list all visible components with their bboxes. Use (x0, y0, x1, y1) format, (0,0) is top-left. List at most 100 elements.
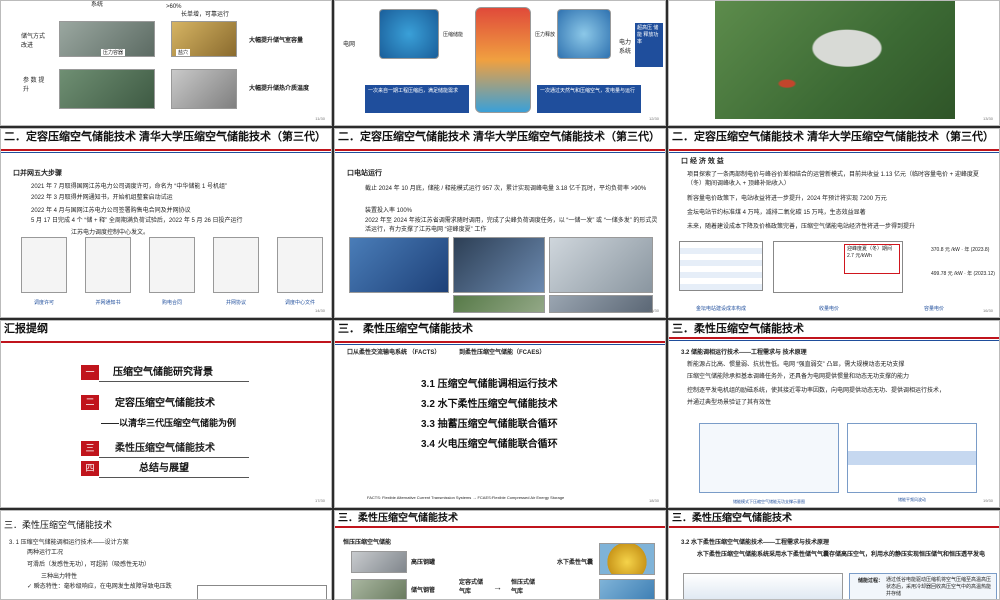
slide-1-photo-tank (171, 69, 237, 109)
slide-11-label-3: 定容式储气库 (459, 580, 484, 595)
slide-7-item-2-sub: ——以清华三代压缩空气储能为例 (101, 418, 237, 428)
slide-1-highlight-1: 大幅提升储气室容量 (249, 38, 304, 44)
slide-6-title-underline-blue (669, 152, 999, 153)
slide-4[interactable]: 二．定容压缩空气储能技术 清华大学压缩空气储能技术（第三代） 口并网五大步骤 2… (0, 128, 332, 318)
slide-1-label-param: 参 数 提升 (23, 78, 45, 93)
slide-4-line-1: 2021 年 7 月取得国网江苏电力公司调度许可，命名为 “中华储能 1 号机组… (31, 184, 228, 190)
slide-11[interactable]: 三．柔性压缩空气储能技术 恒压压缩空气储能 高压钢罐 储气钢管 定容式储气库 →… (334, 510, 666, 600)
slide-10[interactable]: 三．柔性压缩空气储能技术 3. 1 压缩空气储能调相运行技术——设计方案 两种运… (0, 510, 332, 600)
slide-2-cap-compression: 压缩储能 (443, 32, 464, 38)
slide-2-cap-release: 压力释放 (535, 32, 556, 38)
slide-4-cap-2: 并网通知书 (95, 300, 121, 306)
slide-5[interactable]: 二．定容压缩空气储能技术 清华大学压缩空气储能技术（第三代） 口电站运行 截止 … (334, 128, 666, 318)
slide-4-cap-4: 并网协议 (225, 300, 246, 306)
slide-9-line-2: 压缩空气储能除承担基本调峰任务外，还具备为电网提供惯量和动态无功支撑的能力 (687, 374, 910, 380)
slide-9-title-underline (669, 337, 999, 339)
slide-6-value-2: 499.78 元 /kW · 年 (2023.12) (931, 271, 995, 277)
slide-5-photo-news (349, 237, 449, 293)
slide-5-photo-hall (549, 237, 653, 293)
slide-2-label-power: 电力系统 (619, 40, 632, 55)
slide-1-highlight-2: 大幅提升储热介质温度 (249, 86, 310, 92)
slide-7[interactable]: 汇报提纲 一 压缩空气储能研究背景 二 定容压缩空气储能技术 ——以清华三代压缩… (0, 320, 332, 508)
slide-4-doc-5 (277, 237, 323, 293)
slide-8-sub-left: 口从柔性交流输电系统 （FACTS） (347, 350, 441, 356)
slide-11-photo-steel-pipe (351, 579, 407, 599)
slide-9-line-3: 控制逐平发电机组的励磁系统，使其接近零功率因数，向电网提供动态无功、提供调相运行… (687, 388, 946, 394)
slide-6-line-2: 新容量电价政策下，电站收益将进一步提升，2024 年预计将实现 7200 万元 (687, 196, 887, 202)
slide-9-title-underline-blue (669, 340, 999, 341)
slide-1-header-text: 系统 (91, 2, 104, 8)
slide-6-cap-2: 收量电价 (818, 306, 839, 312)
slide-11-arrow: → (493, 582, 502, 592)
slide-12-subheading: 3.2 水下柔性压缩空气储能技术——工程需求与技术原理 (681, 540, 830, 546)
slide-4-doc-2 (85, 237, 131, 293)
slide-6-cap-3: 容量电价 (923, 306, 944, 312)
slide-7-item-4-number: 四 (81, 461, 99, 476)
slide-7-title-underline (1, 341, 331, 343)
slide-12[interactable]: 三．柔性压缩空气储能技术 3.2 水下柔性压缩空气储能技术——工程需求与技术原理… (668, 510, 1000, 600)
slide-9-cap-2: 储能平频风波动 (898, 497, 926, 502)
slide-10-line-2: 可滑后（发感性无功），可超前（吸感性无功） (27, 562, 151, 568)
slide-7-title: 汇报提纲 (4, 323, 48, 335)
slide-5-subheading: 口电站运行 (347, 170, 382, 177)
slide-6-value-1: 370.8 元 /kW · 年 (2023.8) (931, 247, 990, 253)
slide-2[interactable]: 电网 压缩储能 压力释放 电力系统 超高压 储能 释放功率 一次来自一期工程压缩… (334, 0, 666, 126)
slide-8[interactable]: 三． 柔性压缩空气储能技术 口从柔性交流输电系统 （FACTS） 到柔性压缩空气… (334, 320, 666, 508)
slide-12-title: 三．柔性压缩空气储能技术 (672, 513, 792, 524)
slide-4-line-4: 5 月 17 日完成 4 个 “储 + 释” 全周期满负荷试验后，2022 年 … (31, 218, 243, 224)
slide-8-sub-right: 到柔性压缩空气储能（FCAES） (459, 350, 546, 356)
slide-8-page-number: 18/30 (648, 498, 659, 503)
slide-11-photo-bladder (599, 543, 655, 575)
slide-11-label-4: 恒压式储气库 (511, 580, 536, 595)
slide-9-cap-1: 储能模式下压缩空气储能无功支撑示意图 (733, 499, 805, 504)
slide-7-item-3-number: 三 (81, 441, 99, 456)
slide-8-title-underline-blue (335, 344, 665, 345)
slide-6-red-box: 迎峰度夏（冬）期间 2.7 元/kWh (844, 244, 900, 274)
slide-9-page-number: 19/30 (982, 498, 993, 503)
slide-5-title-underline (335, 149, 665, 151)
slide-6-cap-1: 金坛电站建设成本构成 (695, 306, 746, 312)
slide-6[interactable]: 二．定容压缩空气储能技术 清华大学压缩空气储能技术（第三代） 口 经 济 效 益… (668, 128, 1000, 318)
slide-2-diagram-compressor (379, 9, 439, 59)
slide-9-line-1: 新能源占比高、惯量弱、抗扰性低。电网 “强直弱交” 凸显，需大规模动态无功支撑 (687, 362, 905, 368)
slide-7-item-3-underline (99, 457, 249, 458)
slide-1-cap-cave: 盐穴 (176, 49, 191, 56)
slide-9-subheading: 3.2 储能调相运行技术——工程需求与 技术原理 (681, 350, 807, 356)
slide-6-subheading: 口 经 济 效 益 (681, 158, 724, 165)
slide-2-side-text: 超高压 储能 释放功率 (637, 25, 659, 45)
slide-9-title: 三．柔性压缩空气储能技术 (672, 323, 804, 335)
slide-4-doc-1 (21, 237, 67, 293)
slide-4-cap-5: 调度中心文件 (284, 300, 315, 306)
slide-4-title-underline (1, 149, 331, 151)
slide-6-line-4: 未来，随着建设成本下降及价格政策完善，压缩空气储能电站经济性将进一步得到提升 (687, 224, 916, 230)
slide-5-title-underline-blue (335, 152, 665, 153)
slide-7-item-1-number: 一 (81, 365, 99, 380)
slide-5-page-number: 15/30 (648, 308, 659, 313)
slide-10-line-3: 三种出力特性 (41, 574, 78, 580)
slide-11-photo-bladder-2 (599, 579, 655, 599)
slide-1-cap-pressure: 压力容器 (101, 49, 126, 56)
slide-7-item-1-label: 压缩空气储能研究背景 (113, 367, 213, 378)
slide-3[interactable]: 13/30 (668, 0, 1000, 126)
slide-9-wave-chart (847, 423, 977, 493)
slide-11-title-underline (335, 526, 665, 528)
slide-4-doc-3 (149, 237, 195, 293)
slide-6-line-1: 项目探索了一条两部制电价与峰谷价差相结合的运营新模式，目前共收益 1.13 亿元… (687, 172, 979, 187)
slide-grid: 系统 >60% 长单增，可靠运行 储气方式改进 压力容器 盐穴 大幅提升储气室容… (0, 0, 1000, 600)
slide-7-item-3-label: 柔性压缩空气储能技术 (115, 443, 215, 454)
slide-4-cap-3: 购电合同 (161, 300, 182, 306)
slide-2-bottom-right-box: 一次通过天然气和压缩空气，发电量与运行 (537, 85, 641, 113)
slide-12-box-label: 储能过程： (858, 578, 884, 584)
slide-11-title: 三．柔性压缩空气储能技术 (338, 513, 458, 524)
slide-6-line-3: 金坛电站节约标准煤 4 万吨，减排二氧化碳 15 万吨，生态效益显著 (687, 210, 866, 216)
slide-10-line-1: 两种运行工况 (27, 550, 64, 556)
slide-7-item-4-label: 总结与展望 (139, 463, 189, 474)
slide-8-footer: FACTS: Flexible Alternative Current Tran… (367, 495, 565, 500)
slide-7-item-4-underline (99, 477, 249, 478)
slide-9[interactable]: 三．柔性压缩空气储能技术 3.2 储能调相运行技术——工程需求与 技术原理 新能… (668, 320, 1000, 508)
slide-2-diagram-turbine (557, 9, 611, 59)
slide-6-page-number: 16/30 (982, 308, 993, 313)
slide-4-title-underline-blue (1, 152, 331, 153)
slide-2-label-grid: 电网 (343, 42, 356, 48)
slide-1[interactable]: 系统 >60% 长单增，可靠运行 储气方式改进 压力容器 盐穴 大幅提升储气室容… (0, 0, 332, 126)
